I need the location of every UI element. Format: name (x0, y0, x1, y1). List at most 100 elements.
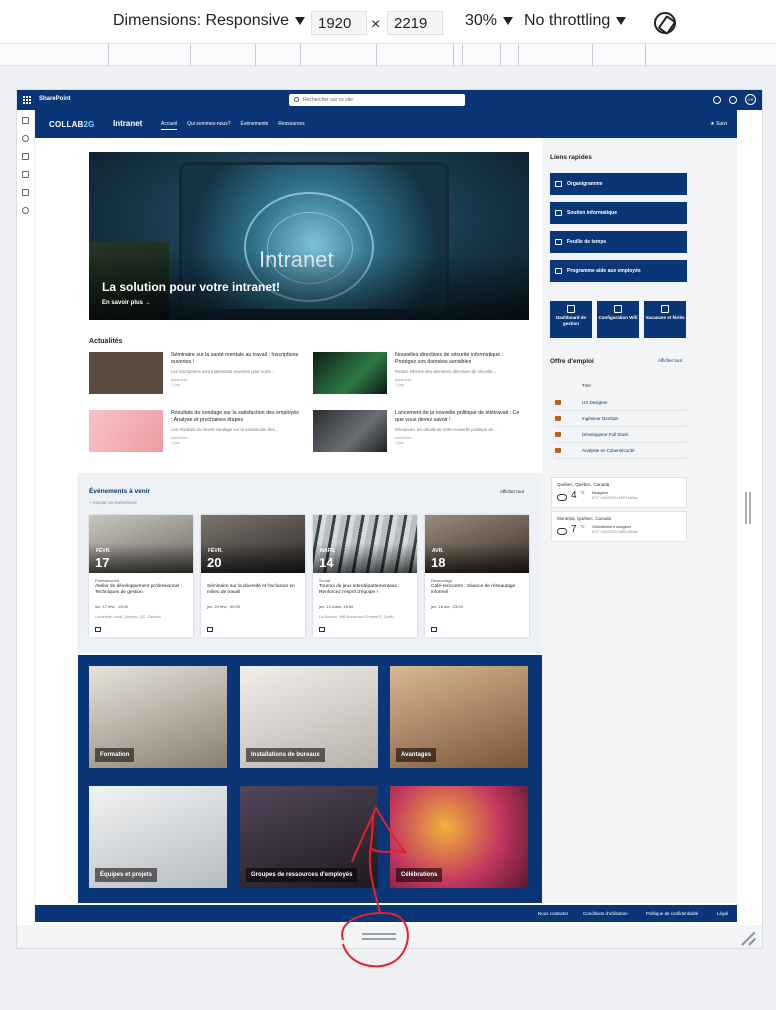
quick-link-soutien[interactable]: Soutien informatique (550, 202, 687, 224)
document-icon[interactable] (22, 171, 29, 178)
jobs-column-header: Titre (582, 383, 591, 388)
nav-qui-sommes-nous[interactable]: Qui sommes-nous? (187, 121, 230, 130)
top-navigation: Accueil Qui sommes-nous? Événements Ress… (161, 121, 305, 130)
events-title: Événements à venir (89, 488, 151, 495)
cloud-icon (557, 494, 567, 501)
search-placeholder: Rechercher sur ce site (303, 97, 354, 103)
news-thumbnail (89, 410, 163, 452)
tile-groupes[interactable]: Groupes de ressources d'employés (240, 786, 378, 888)
add-to-calendar-icon[interactable] (431, 627, 437, 632)
event-card[interactable]: AVR. 18 Réseautage Café-rencontre : Séan… (425, 515, 529, 637)
nav-accueil[interactable]: Accueil (161, 121, 178, 130)
wifi-icon (614, 305, 622, 313)
footer-terms-link[interactable]: Conditions d'utilisation (583, 911, 628, 916)
news-thumbnail (313, 410, 387, 452)
news-thumbnail (313, 352, 387, 394)
hero-banner[interactable]: Intranet (89, 152, 529, 320)
quick-link-dashboard[interactable]: Dashboard de gestion (550, 301, 592, 338)
suite-bar: SharePoint Rechercher sur ce site GR (17, 90, 762, 110)
add-icon[interactable] (22, 207, 29, 214)
height-input[interactable] (387, 11, 443, 35)
events-see-all-link[interactable]: Afficher tout (500, 489, 524, 494)
resize-handle-bottom[interactable] (362, 933, 396, 942)
footer-privacy-link[interactable]: Politique de confidentialité (646, 911, 698, 916)
footer-contact-link[interactable]: Nous contacter (538, 911, 568, 916)
avatar[interactable]: GR (745, 94, 756, 105)
quick-link-wifi[interactable]: Configuration Wifi (597, 301, 639, 338)
dimensions-label: Dimensions: Responsive (113, 12, 290, 29)
width-input[interactable] (311, 11, 367, 35)
sharepoint-brand[interactable]: SharePoint (39, 96, 71, 102)
partly-cloudy-icon (557, 528, 567, 535)
chevron-down-icon (616, 17, 627, 25)
tile-installations[interactable]: Installations de bureaux (240, 666, 378, 768)
search-icon (294, 97, 299, 102)
devtools-toolbar: Dimensions: Responsive × 30% No throttli… (0, 0, 776, 44)
document-icon (555, 448, 561, 453)
nav-evenements[interactable]: Événements (240, 121, 268, 130)
jobs-see-all-link[interactable]: Afficher tout (658, 358, 682, 363)
app-launcher-icon[interactable] (23, 96, 31, 104)
add-to-calendar-icon[interactable] (207, 627, 213, 632)
quick-links-title: Liens rapides (550, 154, 592, 161)
globe-icon[interactable] (22, 135, 29, 142)
help-icon[interactable] (729, 95, 737, 104)
rotate-icon[interactable] (654, 12, 676, 34)
news-icon[interactable] (22, 153, 29, 160)
list-item[interactable]: Développeur Full Stack (555, 427, 687, 443)
resize-corner-icon[interactable] (741, 929, 757, 945)
tile-formation[interactable]: Formation (89, 666, 227, 768)
news-item[interactable]: Nouvelles directives de sécurité informa… (313, 352, 523, 396)
site-header: COLLAB2G Intranet Accueil Qui sommes-nou… (35, 110, 737, 138)
news-item[interactable]: Séminaire sur la santé mentale au travai… (89, 352, 299, 396)
weather-card[interactable]: Québec, Québec, Canada 4 °C Nuageux 8°/1… (551, 477, 687, 508)
list-item[interactable]: Analyste en Cybersécurité (555, 443, 687, 459)
footer-legal-link[interactable]: Légal (717, 911, 728, 916)
zoom-dropdown[interactable]: 30% (465, 12, 514, 30)
media-query-ruler[interactable] (0, 44, 776, 66)
add-to-calendar-icon[interactable] (319, 627, 325, 632)
zoom-label: 30% (465, 12, 498, 29)
add-event-link[interactable]: + Ajouter un événement (89, 500, 137, 505)
quick-link-programme[interactable]: Programme aide aux employés (550, 260, 687, 282)
follow-button[interactable]: ★ Suivi (710, 121, 727, 127)
list-item[interactable]: UX Designer (555, 395, 687, 411)
throttling-dropdown[interactable]: No throttling (524, 12, 627, 30)
chevron-down-icon (295, 17, 306, 25)
event-card[interactable]: FÉVR. 17 Professionnel Atelier de dévelo… (89, 515, 193, 637)
site-logo[interactable]: COLLAB2G (49, 120, 95, 129)
home-icon[interactable] (22, 117, 29, 124)
list-icon[interactable] (22, 189, 29, 196)
list-item[interactable]: Ingénieur DevOps (555, 411, 687, 427)
news-item[interactable]: Lancement de la nouvelle politique de té… (313, 410, 523, 454)
document-icon (555, 432, 561, 437)
calendar-icon (661, 305, 669, 313)
news-item[interactable]: Résultats du sondage sur la satisfaction… (89, 410, 299, 454)
site-title[interactable]: Intranet (113, 119, 142, 128)
weather-card[interactable]: Montréal, Québec, Canada 7 °C Globalemen… (551, 511, 687, 542)
people-icon (555, 268, 562, 274)
org-chart-icon (555, 181, 562, 187)
dashboard-icon (567, 305, 575, 313)
quick-link-feuille-temps[interactable]: Feuille de temps (550, 231, 687, 253)
hero-title: La solution pour votre intranet! (102, 280, 281, 294)
resize-handle-right[interactable] (745, 492, 753, 524)
jobs-title: Offre d'emploi (550, 358, 594, 365)
add-to-calendar-icon[interactable] (95, 627, 101, 632)
search-box[interactable]: Rechercher sur ce site (289, 94, 465, 106)
tile-celebrations[interactable]: Célébrations (390, 786, 528, 888)
nav-ressources[interactable]: Ressources (278, 121, 304, 130)
times-symbol: × (371, 16, 381, 33)
news-thumbnail (89, 352, 163, 394)
event-card[interactable]: FÉVR. 20 Séminaire sur la diversité et l… (201, 515, 305, 637)
hero-link[interactable]: En savoir plus → (102, 300, 151, 306)
dimensions-dropdown[interactable]: Dimensions: Responsive (113, 12, 306, 30)
calendar-icon (555, 239, 562, 245)
tile-equipes[interactable]: Équipes et projets (89, 786, 227, 888)
throttling-label: No throttling (524, 12, 611, 29)
quick-link-organigramme[interactable]: Organigramme (550, 173, 687, 195)
settings-icon[interactable] (713, 95, 721, 104)
event-card[interactable]: MARS 14 Social Tournoi de jeux interdépa… (313, 515, 417, 637)
tile-avantages[interactable]: Avantages (390, 666, 528, 768)
quick-link-vacances[interactable]: Vacances et fériés (644, 301, 686, 338)
